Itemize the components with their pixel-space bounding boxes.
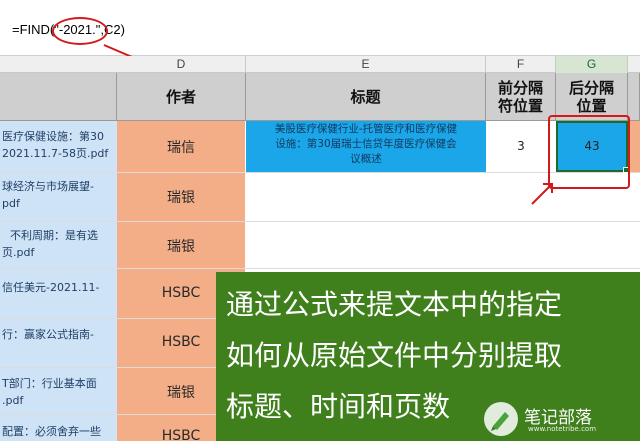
header-front-separator-line2: 符位置 <box>497 96 543 115</box>
header-back-separator-line2: 位置 <box>576 96 607 115</box>
cell-c-row1-line2[interactable]: 2021.11.7-58页.pdf <box>0 146 117 162</box>
cell-title-row1-line3: 议概述 <box>350 153 382 165</box>
header-front-separator-line1: 前分隔 <box>497 78 543 97</box>
cell-c-row4-line1[interactable]: 信任美元-2021.11- <box>0 280 117 296</box>
annotation-arrow-icon <box>531 183 553 205</box>
header-cell-c[interactable] <box>0 73 117 121</box>
row-divider <box>0 172 640 173</box>
cell-c-row5-line1[interactable]: 行：赢家公式指南- <box>0 327 117 343</box>
header-back-separator-line1: 后分隔 <box>568 78 614 97</box>
cell-c-row2-line1[interactable]: 球经济与市场展望- <box>0 179 117 195</box>
caption-line2: 如何从原始文件中分别提取 <box>226 339 563 372</box>
cell-c-row6-line1[interactable]: T部门：行业基本面 <box>0 376 117 392</box>
cell-c-row1-line1[interactable]: 医疗保健设施：第30 <box>0 129 117 145</box>
column-header-g[interactable]: G <box>556 56 628 73</box>
cell-c-row7-line1[interactable]: 配置：必须舍弃一些 <box>0 424 117 440</box>
header-cell-h[interactable] <box>628 73 640 121</box>
caption-line1: 通过公式来提文本中的指定 <box>226 288 563 321</box>
selected-cell-annotation-box <box>548 115 630 189</box>
row-divider <box>0 268 640 269</box>
cell-author-row2[interactable]: 瑞银 <box>117 187 245 207</box>
cell-c-row2-line2[interactable]: pdf <box>0 196 117 212</box>
cell-c-row6-line2[interactable]: .pdf <box>0 393 117 409</box>
cell-c-row3-line1[interactable]: 不利周期：是有选 <box>0 228 117 244</box>
cell-c-row3-line2[interactable]: 页.pdf <box>0 245 117 261</box>
header-front-separator[interactable]: 前分隔 符位置 <box>486 73 556 121</box>
row-divider <box>0 221 640 222</box>
column-header-d[interactable]: D <box>117 56 246 73</box>
formula-annotation-circle <box>52 17 108 45</box>
watermark-url: www.notetribe.com <box>528 425 597 433</box>
cell-title-row1-line2: 设施：第30届瑞士信贷年度医疗保健会 <box>275 138 457 150</box>
cell-front-separator-row1[interactable]: 3 <box>486 121 556 172</box>
cell-title-row1-line1: 美股医疗保健行业-托管医疗和医疗保健 <box>274 123 458 135</box>
watermark-logo-icon <box>484 402 518 436</box>
header-title[interactable]: 标题 <box>246 73 486 121</box>
header-author[interactable]: 作者 <box>117 73 246 121</box>
column-header-f[interactable]: F <box>486 56 556 73</box>
header-back-separator[interactable]: 后分隔 位置 <box>556 73 628 121</box>
cell-author-row3[interactable]: 瑞银 <box>117 236 245 256</box>
column-header-e[interactable]: E <box>246 56 486 73</box>
cell-title-row1[interactable]: 美股医疗保健行业-托管医疗和医疗保健 设施：第30届瑞士信贷年度医疗保健会 议概… <box>246 121 486 172</box>
cell-author-row1[interactable]: 瑞信 <box>117 137 245 157</box>
caption-line3: 标题、时间和页数 <box>226 390 451 423</box>
